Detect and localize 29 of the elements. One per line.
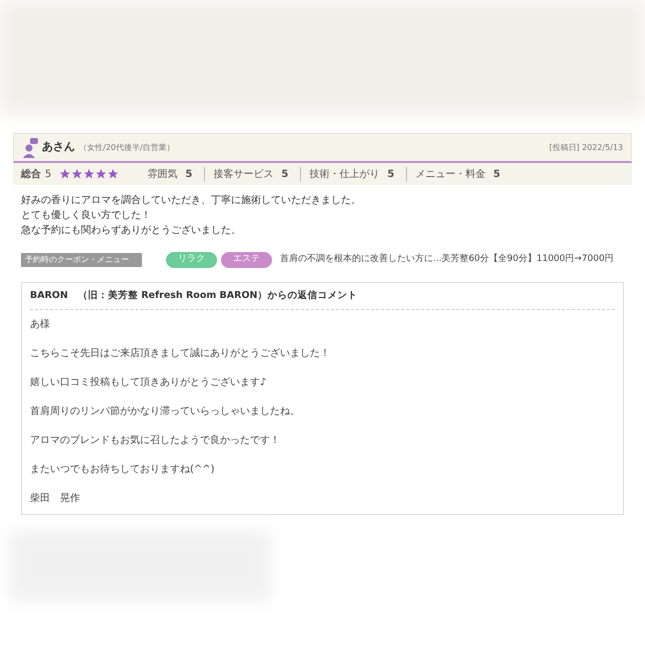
user-icon (22, 138, 38, 158)
posted-date: [投稿日] 2022/5/13 (549, 142, 623, 154)
reply-text: あ様 (30, 318, 51, 332)
reply-text: アロマのブレンドもお気に召したようで良かったです！ (30, 434, 281, 448)
reviewer-profile: （女性/20代後半/自営業） (79, 142, 175, 154)
rating-label: 技術・仕上がり (309, 168, 380, 182)
reply-text: 柴田 晃作 (30, 492, 81, 506)
reply-text: 首肩周りのリンパ節がかなり滞っていらっしゃいましたね。 (30, 404, 301, 419)
overall-score: 5 (45, 168, 52, 182)
reply-text: こちらこそ先日はご来店頂きまして誠にありがとうございました！ (30, 346, 331, 361)
review-text: 急な予約にも関わらずありがとうございました。 (21, 224, 242, 238)
overall-label: 総合 (21, 168, 41, 182)
reply-text: 嬉しい口コミ投稿もして頂きありがとうございます♪ (30, 376, 268, 390)
rating-score: 5 (185, 168, 192, 182)
rating-label: メニュー・料金 (415, 168, 486, 182)
rating-score: 5 (387, 168, 394, 182)
coupon-text: 首肩の不調を根本的に改善したい方に...美芳整60分【全90分】11000円→7000円 (280, 253, 614, 266)
review-text: とても優しく良い方でした！ (21, 208, 152, 223)
rating-score: 5 (281, 168, 288, 182)
rating-score: 5 (493, 168, 500, 182)
rating-label: 雰囲気 (147, 168, 178, 182)
review-text: 好みの香りにアロマを調合していただき、丁寧に施術していただきました。 (21, 194, 362, 208)
reply-title: BARON （旧：美芳整 Refresh Room BARON）からの返信コメント (30, 282, 615, 310)
coupon-label: 予約時のクーポン・メニュー (21, 252, 142, 267)
category-tag: エステ (221, 252, 272, 268)
reply-text: またいつでもお待ちしておりますね(^^) (30, 462, 216, 477)
rating-label: 接客サービス (213, 168, 274, 182)
category-tag: リラク (166, 252, 217, 268)
reviewer-name: あさん (42, 139, 75, 156)
